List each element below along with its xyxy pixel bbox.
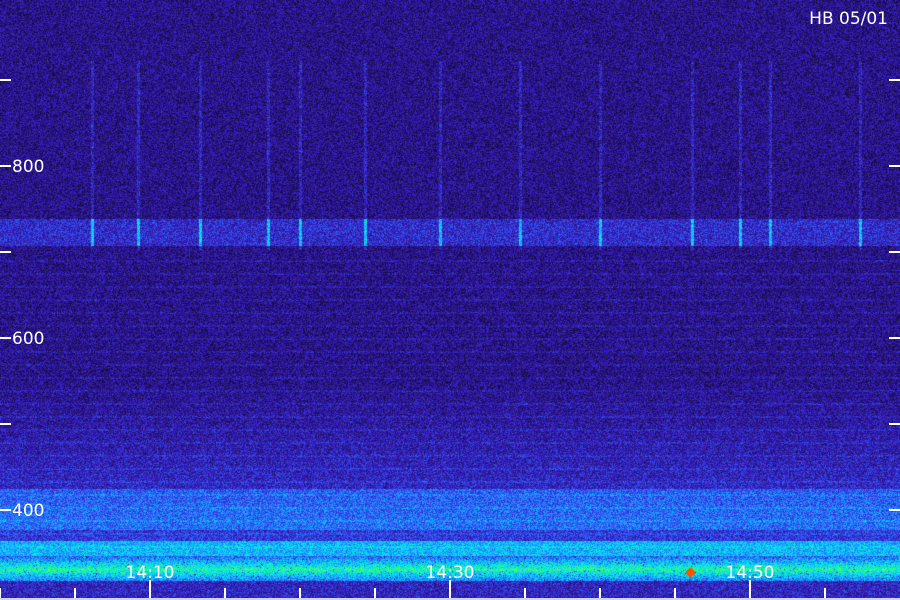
y-tick-label: 400 (12, 501, 44, 521)
y-tick-label: 800 (12, 157, 44, 177)
chart-title: HB 05/01 (809, 9, 888, 29)
y-ticks-right (889, 79, 900, 511)
x-ticks: 14:10 14:30 14:50 (0, 563, 900, 600)
x-tick-label: 14:30 (426, 563, 475, 583)
spectrogram-chart: HB 05/01 400 600 800 14:10 14:30 14:50 (0, 0, 900, 600)
x-tick-label: 14:50 (726, 563, 775, 583)
x-tick-label: 14:10 (126, 563, 175, 583)
chart-overlay: HB 05/01 400 600 800 14:10 14:30 14:50 (0, 9, 900, 600)
y-ticks-left: 400 600 800 (0, 79, 44, 521)
y-tick-label: 600 (12, 329, 44, 349)
